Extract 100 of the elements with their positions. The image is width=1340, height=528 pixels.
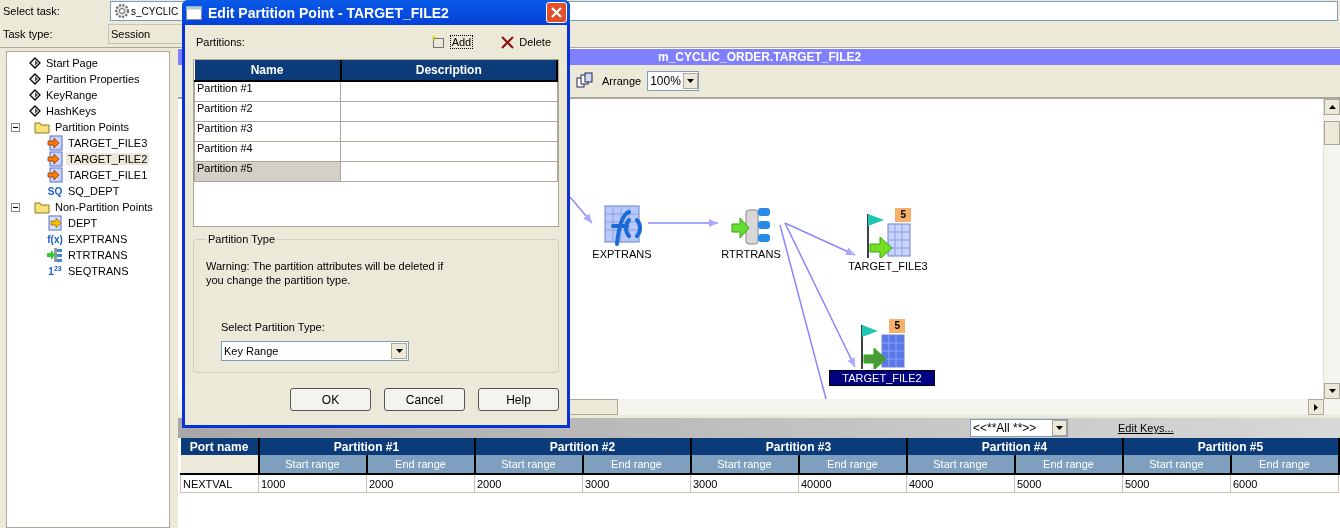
column-header: Partition #5 [1122, 438, 1339, 455]
node-label[interactable]: EXPTRANS [590, 247, 654, 261]
tree-item[interactable]: EXPTRANS [66, 233, 130, 245]
column-header: Partition #1 [258, 438, 475, 455]
column-header: End range [582, 455, 691, 474]
tree-item[interactable]: TARGET_FILE3 [66, 137, 150, 149]
collapse-icon[interactable] [11, 202, 20, 212]
zoom-dropdown[interactable]: 100% [647, 71, 700, 91]
diamond-icon [29, 89, 41, 101]
column-header: Start range [258, 455, 367, 474]
folder-icon [34, 120, 50, 134]
column-header: Partition #2 [474, 438, 691, 455]
count-badge: 5 [889, 319, 905, 333]
node-label[interactable]: RTRTRANS [719, 247, 783, 261]
transformation-glyph: f(x) [47, 233, 63, 245]
scroll-up-button[interactable] [1324, 99, 1340, 115]
column-header: Start range [474, 455, 583, 474]
column-header: Description [340, 60, 557, 81]
field-label: Task type: [2, 28, 54, 40]
column-header: Name [194, 60, 341, 81]
filter-dropdown[interactable]: <<**All **>> [970, 419, 1068, 437]
table-cell: 5000 [1014, 474, 1123, 493]
connector-arrow [647, 219, 719, 227]
diamond-icon [29, 57, 41, 69]
tree-item[interactable]: Partition Points [53, 121, 131, 133]
tree-item[interactable]: Partition Properties [44, 73, 142, 85]
tree-item[interactable]: DEPT [66, 217, 100, 229]
tree-item[interactable]: SEQTRANS [66, 265, 131, 277]
delete-button[interactable]: Delete [501, 35, 551, 49]
transformation-glyph: 1$^{23}$ [47, 264, 63, 278]
tree-item[interactable]: RTRTRANS [66, 249, 130, 261]
count-badge: 5 [895, 208, 911, 222]
table-cell: 3000 [582, 474, 691, 493]
tree-item[interactable]: Non-Partition Points [53, 201, 155, 213]
target-icon [864, 212, 912, 258]
table-cell: 6000 [1230, 474, 1339, 493]
column-header: Partition #3 [690, 438, 907, 455]
down-arrow-icon [1328, 389, 1336, 393]
field-label: Select task: [2, 5, 61, 17]
tree-item[interactable]: KeyRange [44, 89, 100, 101]
column-header: Partition #4 [906, 438, 1123, 455]
table-cell: 1000 [258, 474, 367, 493]
right-arrow-icon [1314, 403, 1318, 411]
up-arrow-icon [1328, 105, 1336, 109]
arrange-button[interactable]: Arrange [576, 72, 642, 90]
field-label: Partitions: [196, 36, 246, 48]
column-header: Start range [690, 455, 799, 474]
table-cell: 3000 [690, 474, 799, 493]
window-icon [186, 5, 202, 20]
source-icon [47, 215, 63, 231]
partition-row[interactable]: Partition #1 [194, 81, 341, 102]
scroll-thumb[interactable] [568, 399, 618, 415]
dropdown-arrow-icon [395, 349, 403, 353]
table-cell: 4000 [906, 474, 1015, 493]
edit-keys-link[interactable]: Edit Keys... [1118, 422, 1174, 434]
collapse-icon[interactable] [11, 122, 20, 132]
tree-item[interactable]: HashKeys [44, 105, 99, 117]
group-title: Partition Type [207, 233, 277, 245]
target-icon [47, 151, 63, 167]
help-button[interactable]: Help [478, 388, 559, 411]
column-header: Start range [906, 455, 1015, 474]
tree-item[interactable]: Start Page [44, 57, 100, 69]
partition-row[interactable]: Partition #4 [194, 141, 341, 162]
table-cell: 2000 [366, 474, 475, 493]
column-header: End range [1014, 455, 1123, 474]
partition-row[interactable]: Partition #3 [194, 121, 341, 142]
tree-item[interactable]: TARGET_FILE1 [66, 169, 150, 181]
close-button[interactable] [546, 2, 567, 23]
table-cell: 40000 [798, 474, 907, 493]
arrange-icon [576, 72, 594, 90]
column-header: Start range [1122, 455, 1231, 474]
partition-type-dropdown[interactable]: Key Range [221, 341, 409, 361]
gear-icon [114, 3, 130, 19]
node-label[interactable]: TARGET_FILE2 [829, 370, 935, 386]
scroll-down-button[interactable] [1324, 383, 1340, 399]
node-label[interactable]: TARGET_FILE3 [846, 259, 930, 273]
column-header: End range [366, 455, 475, 474]
column-header: End range [798, 455, 907, 474]
dropdown-arrow-icon [687, 79, 695, 83]
router-icon [47, 247, 63, 263]
tree-item[interactable]: SQ_DEPT [66, 185, 122, 197]
connector-arrow [569, 196, 593, 224]
scroll-right-button[interactable] [1308, 399, 1324, 415]
ok-button[interactable]: OK [290, 388, 371, 411]
diamond-icon [29, 105, 41, 117]
warning-text: Warning: The partition attributes will be deleted if you change the partition type. [206, 259, 445, 287]
partition-row[interactable]: Partition #2 [194, 101, 341, 122]
column-header: Port name [180, 438, 259, 455]
tree-item[interactable]: TARGET_FILE2 [66, 153, 150, 165]
vertical-scrollbar[interactable] [1323, 99, 1340, 399]
table-cell: 5000 [1122, 474, 1231, 493]
field-label: Select Partition Type: [221, 321, 326, 333]
partition-row[interactable]: Partition #5 [194, 161, 341, 182]
close-icon [551, 7, 562, 18]
table-cell: NEXTVAL [180, 474, 259, 493]
cancel-button[interactable]: Cancel [384, 388, 465, 411]
folder-icon [34, 200, 50, 214]
dialog-title-bar: Edit Partition Point - TARGET_FILE2 [182, 0, 570, 25]
scroll-thumb[interactable] [1324, 121, 1340, 145]
diamond-icon [29, 73, 41, 85]
